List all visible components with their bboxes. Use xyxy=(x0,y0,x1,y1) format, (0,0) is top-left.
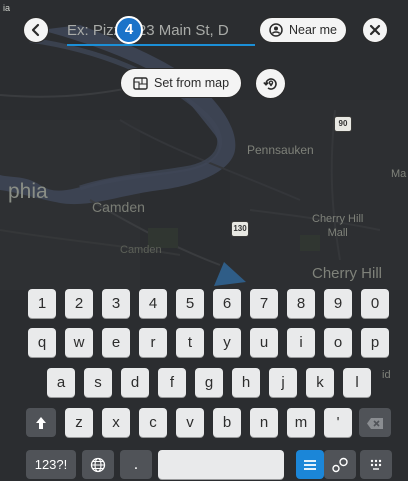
key-apostrophe[interactable]: ' xyxy=(324,408,352,437)
backspace-key[interactable] xyxy=(359,408,391,437)
key-i[interactable]: i xyxy=(287,328,315,357)
key-e[interactable]: e xyxy=(102,328,130,357)
key-4[interactable]: 4 xyxy=(139,289,167,318)
key-j[interactable]: j xyxy=(269,368,297,397)
set-from-map-button[interactable]: Set from map xyxy=(120,68,243,98)
location-history-button[interactable] xyxy=(255,68,286,99)
key-v[interactable]: v xyxy=(176,408,204,437)
key-9[interactable]: 9 xyxy=(324,289,352,318)
near-me-label: Near me xyxy=(289,23,337,37)
key-k[interactable]: k xyxy=(306,368,334,397)
near-me-button[interactable]: Near me xyxy=(259,17,347,43)
key-p[interactable]: p xyxy=(361,328,389,357)
key-0[interactable]: 0 xyxy=(361,289,389,318)
key-f[interactable]: f xyxy=(158,368,186,397)
space-key[interactable] xyxy=(158,450,284,479)
map-label-camden-minor: Camden xyxy=(120,244,162,256)
key-b[interactable]: b xyxy=(213,408,241,437)
person-pin-icon xyxy=(269,23,283,37)
keyboard-settings-key[interactable] xyxy=(360,450,392,479)
key-l[interactable]: l xyxy=(343,368,371,397)
keyboard-dots-icon xyxy=(370,459,382,470)
period-key[interactable]: . xyxy=(120,450,152,479)
key-7[interactable]: 7 xyxy=(250,289,278,318)
location-history-icon xyxy=(262,77,277,90)
key-u[interactable]: u xyxy=(250,328,278,357)
key-6[interactable]: 6 xyxy=(213,289,241,318)
key-d[interactable]: d xyxy=(121,368,149,397)
map-pin-search-key[interactable] xyxy=(324,450,356,479)
map-corner-label: ia xyxy=(3,3,11,13)
map-label-philadelphia: phia xyxy=(8,180,48,203)
map-icon xyxy=(133,76,148,90)
language-key[interactable] xyxy=(82,450,114,479)
key-5[interactable]: 5 xyxy=(176,289,204,318)
list-view-key[interactable] xyxy=(296,450,324,479)
shift-key[interactable] xyxy=(26,408,56,437)
map-label-ma: Ma xyxy=(391,168,407,180)
key-1[interactable]: 1 xyxy=(28,289,56,318)
backspace-icon xyxy=(367,417,383,429)
key-s[interactable]: s xyxy=(84,368,112,397)
key-3[interactable]: 3 xyxy=(102,289,130,318)
key-x[interactable]: x xyxy=(102,408,130,437)
chevron-left-icon xyxy=(31,23,40,37)
set-from-map-label: Set from map xyxy=(154,76,230,90)
list-icon xyxy=(304,460,316,470)
step-badge: 4 xyxy=(115,16,143,44)
key-8[interactable]: 8 xyxy=(287,289,315,318)
symbols-key[interactable]: 123?! xyxy=(26,450,76,479)
key-z[interactable]: z xyxy=(65,408,93,437)
map-label-cherry-hill: Cherry Hill xyxy=(312,265,383,282)
route-shield-90: 90 xyxy=(334,116,352,132)
key-y[interactable]: y xyxy=(213,328,241,357)
map-label-cherry-hill-mall: Cherry Hill Mall xyxy=(312,212,363,240)
key-r[interactable]: r xyxy=(139,328,167,357)
key-2[interactable]: 2 xyxy=(65,289,93,318)
route-shield-130: 130 xyxy=(231,221,249,237)
key-m[interactable]: m xyxy=(287,408,315,437)
globe-icon xyxy=(90,457,106,473)
route-pin-icon xyxy=(332,457,348,473)
key-h[interactable]: h xyxy=(232,368,260,397)
shift-arrow-icon xyxy=(36,417,46,430)
key-a[interactable]: a xyxy=(47,368,75,397)
key-w[interactable]: w xyxy=(65,328,93,357)
on-screen-keyboard: 1 2 3 4 5 6 7 8 9 0 q w e r t y u i o p … xyxy=(20,282,395,481)
map-label-pennsauken: Pennsauken xyxy=(247,143,314,157)
map-label-camden: Camden xyxy=(92,199,145,215)
key-g[interactable]: g xyxy=(195,368,223,397)
map-label-cherry-hill-mall-line2: Mall xyxy=(327,227,348,239)
search-input[interactable] xyxy=(67,16,255,46)
key-t[interactable]: t xyxy=(176,328,204,357)
close-button[interactable] xyxy=(362,17,388,43)
key-n[interactable]: n xyxy=(250,408,278,437)
key-q[interactable]: q xyxy=(28,328,56,357)
key-o[interactable]: o xyxy=(324,328,352,357)
key-c[interactable]: c xyxy=(139,408,167,437)
map-label-cherry-hill-mall-line1: Cherry Hill xyxy=(312,213,364,225)
close-icon xyxy=(369,24,381,36)
back-button[interactable] xyxy=(23,17,49,43)
